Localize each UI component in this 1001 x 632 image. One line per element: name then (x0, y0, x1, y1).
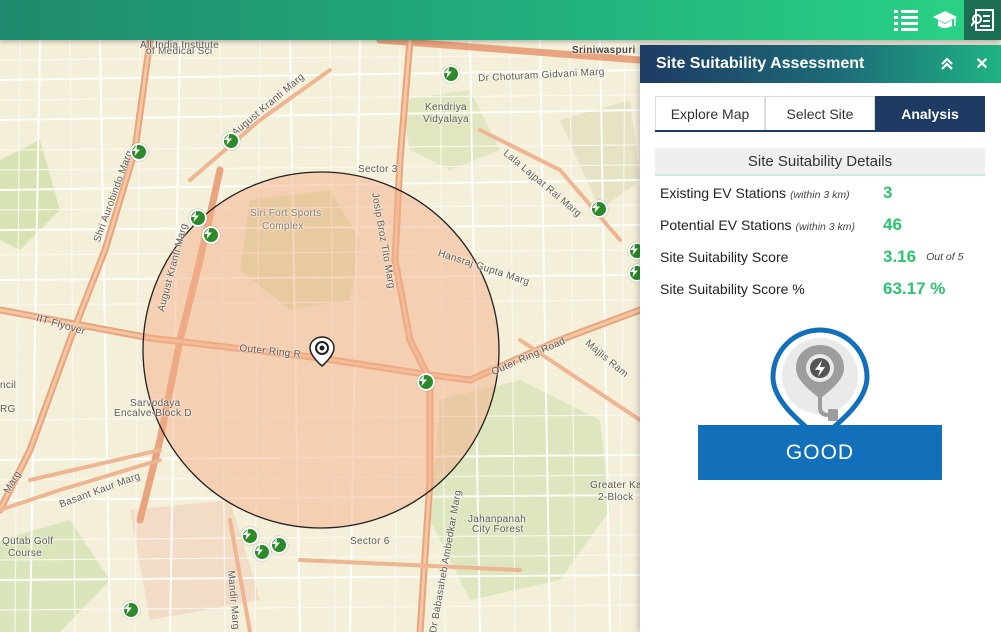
lightning-icon (191, 211, 199, 222)
existing-ev-value: 3 (883, 183, 893, 202)
ev-station-marker[interactable] (253, 543, 271, 561)
panel-header: Site Suitability Assessment ✕ (640, 45, 1001, 83)
tab-analysis[interactable]: Analysis (875, 96, 985, 130)
score-note: Out of 5 (926, 251, 964, 263)
score-value: 3.16 (883, 247, 917, 266)
panel-tabs: Explore Map Select Site Analysis (655, 96, 985, 132)
row-label: Existing EV Stations (within 3 km) (660, 185, 850, 201)
ev-station-marker[interactable] (130, 143, 148, 161)
map-label: Sriniwaspuri (572, 45, 636, 56)
lightning-icon (630, 244, 638, 255)
tab-explore-map[interactable]: Explore Map (655, 96, 765, 130)
ev-station-marker[interactable] (222, 132, 240, 150)
lightning-icon (630, 266, 638, 277)
map-label: Siri Fort Sports (250, 208, 322, 219)
score-row: Site Suitability Score 3.16 Out of 5 (660, 244, 990, 270)
potential-ev-value: 46 (883, 215, 902, 234)
map-label: Encalve-Block D (114, 408, 192, 419)
potential-ev-row: Potential EV Stations (within 3 km) 46 (660, 212, 990, 238)
map-label: Greater Ka (590, 480, 640, 491)
ev-station-marker[interactable] (189, 209, 207, 227)
collapse-button[interactable] (933, 45, 961, 83)
lightning-icon (204, 228, 212, 239)
double-chevron-up-icon (941, 58, 953, 70)
lightning-icon (243, 529, 251, 540)
map-label: Sector 6 (350, 536, 390, 547)
ev-station-marker[interactable] (417, 373, 435, 391)
ev-station-marker[interactable] (202, 226, 220, 244)
ev-station-marker[interactable] (628, 264, 640, 282)
row-label: Site Suitability Score (660, 249, 789, 265)
lightning-icon (444, 67, 452, 78)
row-label: Potential EV Stations (within 3 km) (660, 217, 856, 233)
map-label: Complex (262, 221, 304, 232)
site-assessment-button[interactable] (964, 0, 1001, 40)
tab-select-site[interactable]: Select Site (765, 96, 875, 130)
map-label: Vidyalaya (423, 114, 469, 125)
map-label: City Forest (472, 524, 524, 535)
lightning-icon (272, 538, 280, 549)
map-label: of Medical Sci (146, 46, 213, 57)
lightning-icon (124, 603, 132, 614)
map-label: Sector 3 (358, 164, 398, 175)
map-view[interactable]: All India Institute of Medical Sci Srini… (0, 40, 640, 632)
selected-site-pin-icon[interactable] (309, 336, 335, 368)
score-percent-value: 63.17 % (883, 279, 946, 298)
map-label: 2-Block (598, 492, 634, 503)
row-label: Site Suitability Score % (660, 281, 805, 297)
map-label: RG (0, 404, 16, 415)
lightning-icon (419, 375, 427, 386)
layer-list-icon (893, 10, 918, 31)
ev-station-marker[interactable] (442, 65, 460, 83)
suitability-result-button[interactable]: GOOD (698, 425, 942, 480)
lightning-icon (224, 134, 232, 145)
ev-station-marker[interactable] (590, 200, 608, 218)
lightning-icon (592, 202, 600, 213)
about-button[interactable] (926, 0, 963, 40)
panel-title: Site Suitability Assessment (656, 55, 865, 72)
app-header-bar (0, 0, 1001, 40)
ev-station-marker[interactable] (628, 242, 640, 260)
report-icon (970, 9, 994, 31)
score-percent-row: Site Suitability Score % 63.17 % (660, 276, 990, 302)
layer-list-button[interactable] (887, 0, 924, 40)
map-label: Qutab Golf (2, 536, 54, 547)
lightning-icon (132, 145, 140, 156)
lightning-icon (255, 545, 263, 556)
details-heading: Site Suitability Details (655, 148, 985, 176)
existing-ev-row: Existing EV Stations (within 3 km) 3 (660, 180, 990, 206)
graduation-cap-icon (932, 11, 957, 28)
ev-station-marker[interactable] (241, 527, 259, 545)
ev-station-marker[interactable] (270, 536, 288, 554)
map-label: Kendriya (425, 102, 467, 113)
map-label: Course (8, 548, 43, 559)
map-label: ncil (0, 380, 17, 391)
close-button[interactable]: ✕ (968, 45, 996, 83)
site-suitability-panel: Site Suitability Assessment ✕ Explore Ma… (640, 45, 1001, 632)
ev-station-marker[interactable] (122, 601, 140, 619)
